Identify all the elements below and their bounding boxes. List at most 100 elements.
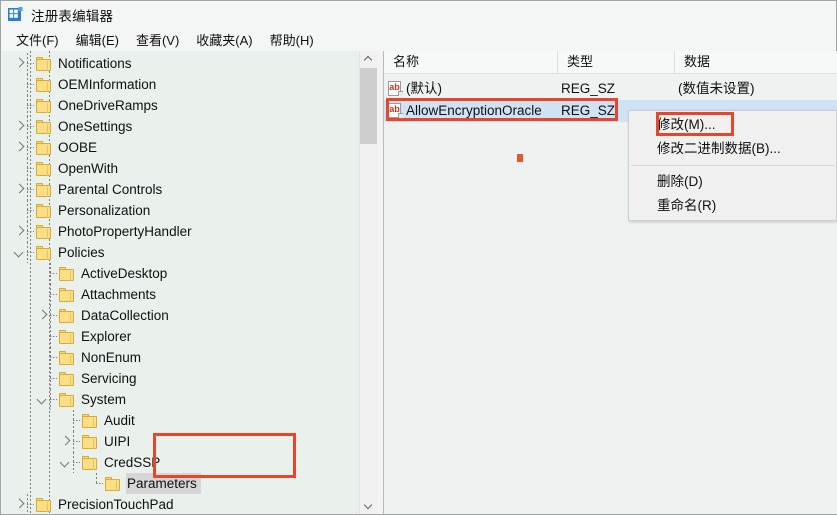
- chevron-down-icon[interactable]: [35, 389, 50, 410]
- tree-node-photopropertyhandler[interactable]: PhotoPropertyHandler: [12, 221, 196, 242]
- chevron-right-icon[interactable]: [12, 221, 27, 242]
- menu-file[interactable]: 文件(F): [8, 28, 68, 51]
- scroll-down-button[interactable]: [360, 497, 377, 514]
- tree-node-oobe[interactable]: OOBE: [12, 137, 101, 158]
- chevron-right-icon[interactable]: [12, 494, 27, 514]
- tree-node-audit[interactable]: Audit: [58, 410, 139, 431]
- tree-node-uipi[interactable]: UIPI: [58, 431, 134, 452]
- tree-node-label: Audit: [104, 413, 135, 428]
- tree-node-label: ActiveDesktop: [81, 266, 168, 281]
- tree-node-label: CredSSP: [104, 455, 161, 470]
- tree-node-credssp[interactable]: CredSSP: [58, 452, 164, 473]
- tree-node-servicing[interactable]: Servicing: [35, 368, 141, 389]
- chevron-right-icon[interactable]: [12, 53, 27, 74]
- tree-node-label: PhotoPropertyHandler: [58, 224, 192, 239]
- tree-node-label: Attachments: [81, 287, 157, 302]
- tree-node-notifications[interactable]: Notifications: [12, 53, 136, 74]
- tree-node-system[interactable]: System: [35, 389, 130, 410]
- folder-icon: [59, 308, 75, 323]
- menu-view[interactable]: 查看(V): [128, 28, 188, 51]
- tree-node-attachments[interactable]: Attachments: [35, 284, 160, 305]
- registry-tree-pane[interactable]: Notifications OEMInformation OneDriveRamps…: [2, 51, 377, 514]
- tree-node-explorer[interactable]: Explorer: [35, 326, 135, 347]
- folder-icon: [59, 329, 75, 344]
- tree-node-label: PrecisionTouchPad: [58, 497, 174, 512]
- tree-node-policies[interactable]: Policies: [12, 242, 109, 263]
- tree-connector: [96, 473, 105, 494]
- folder-icon: [36, 161, 52, 176]
- chevron-right-icon[interactable]: [58, 431, 73, 452]
- registry-editor-window: 注册表编辑器 文件(F) 编辑(E) 查看(V) 收藏夹(A) 帮助(H) No…: [0, 0, 837, 515]
- tree-node-datacollection[interactable]: DataCollection: [35, 305, 173, 326]
- chevron-right-icon[interactable]: [12, 179, 27, 200]
- folder-icon: [36, 203, 52, 218]
- tree-node-precisiontouchpad[interactable]: PrecisionTouchPad: [12, 494, 178, 514]
- tree-node-label: OEMInformation: [58, 77, 157, 92]
- tree-node-onedriveramps[interactable]: OneDriveRamps: [12, 95, 162, 116]
- registry-editor-icon: [7, 6, 24, 23]
- menu-help[interactable]: 帮助(H): [262, 28, 323, 51]
- scroll-up-button[interactable]: [360, 51, 377, 68]
- tree-node-parental-controls[interactable]: Parental Controls: [12, 179, 166, 200]
- folder-icon: [82, 434, 98, 449]
- tree-vertical-scrollbar[interactable]: [359, 51, 377, 514]
- folder-icon: [82, 455, 98, 470]
- column-header-type[interactable]: 类型: [558, 51, 675, 73]
- tree-connector: [27, 116, 36, 137]
- tree-connector: [27, 74, 36, 95]
- tree-node-nonenum[interactable]: NonEnum: [35, 347, 145, 368]
- tree-connector: [50, 326, 59, 347]
- tree-node-openwith[interactable]: OpenWith: [12, 158, 122, 179]
- tree-node-label: OneSettings: [58, 119, 133, 134]
- folder-icon: [59, 350, 75, 365]
- tree-node-label: OpenWith: [58, 161, 119, 176]
- menu-favorites[interactable]: 收藏夹(A): [188, 28, 261, 51]
- folder-icon: [59, 266, 75, 281]
- context-menu-delete[interactable]: 删除(D): [629, 170, 836, 194]
- folder-icon: [36, 245, 52, 260]
- chevron-down-icon[interactable]: [58, 452, 73, 473]
- tree-connector: [27, 95, 36, 116]
- tree-connector: [27, 221, 36, 242]
- tree-node-label: DataCollection: [81, 308, 169, 323]
- menu-edit[interactable]: 编辑(E): [68, 28, 128, 51]
- tree-node-activedesktop[interactable]: ActiveDesktop: [35, 263, 171, 284]
- scrollbar-thumb[interactable]: [360, 68, 377, 144]
- tree-connector: [27, 137, 36, 158]
- tree-node-label: Policies: [58, 245, 105, 260]
- column-header-name[interactable]: 名称: [384, 51, 558, 73]
- folder-icon: [36, 98, 52, 113]
- registry-tree[interactable]: Notifications OEMInformation OneDriveRamps…: [2, 51, 360, 514]
- tree-node-parameters[interactable]: Parameters: [81, 473, 201, 494]
- tree-connector: [27, 200, 36, 221]
- context-menu-modify-binary[interactable]: 修改二进制数据(B)...: [629, 137, 836, 161]
- folder-icon: [82, 413, 98, 428]
- chevron-right-icon[interactable]: [12, 137, 27, 158]
- tree-node-label: OOBE: [58, 140, 98, 155]
- tree-node-onesettings[interactable]: OneSettings: [12, 116, 136, 137]
- context-menu-rename[interactable]: 重命名(R): [629, 194, 836, 218]
- string-value-icon: ab: [388, 81, 403, 96]
- chevron-down-icon[interactable]: [12, 242, 27, 263]
- tree-connector: [50, 389, 59, 410]
- tree-connector: [73, 410, 82, 431]
- tree-connector: [73, 431, 82, 452]
- cell-value-name: (默认): [406, 81, 442, 96]
- folder-icon: [36, 182, 52, 197]
- tree-node-oeminformation[interactable]: OEMInformation: [12, 74, 160, 95]
- tree-node-label: UIPI: [104, 434, 131, 449]
- tree-connector: [27, 494, 36, 514]
- tree-node-personalization[interactable]: Personalization: [12, 200, 154, 221]
- chevron-right-icon[interactable]: [35, 305, 50, 326]
- folder-icon: [36, 119, 52, 134]
- context-menu[interactable]: 修改(M)... 修改二进制数据(B)... 删除(D) 重命名(R): [628, 110, 837, 221]
- chevron-right-icon[interactable]: [12, 116, 27, 137]
- tree-connector: [27, 53, 36, 74]
- tree-node-label: Personalization: [58, 203, 151, 218]
- folder-icon: [59, 392, 75, 407]
- tree-node-label: Parameters: [126, 473, 201, 494]
- context-menu-modify[interactable]: 修改(M)...: [629, 113, 836, 137]
- table-row[interactable]: ab (默认) REG_SZ (数值未设置): [384, 78, 837, 100]
- tree-connector: [27, 158, 36, 179]
- column-header-data[interactable]: 数据: [675, 51, 837, 73]
